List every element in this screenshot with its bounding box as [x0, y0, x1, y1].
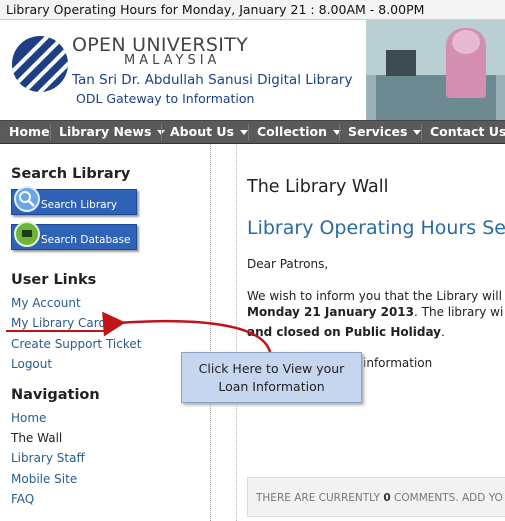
sidebar-nav-library-staff[interactable]: Library Staff — [11, 451, 85, 465]
main-nav: Home Library News About Us Collection Se… — [0, 120, 505, 144]
library-tagline: ODL Gateway to Information — [76, 91, 255, 106]
post-date: Monday 21 January 2013 — [247, 305, 414, 319]
callout-line-2: Loan Information — [218, 379, 325, 394]
sidebar-nav-mobile-site[interactable]: Mobile Site — [11, 472, 77, 486]
callout-line-1: Click Here to View your — [198, 361, 345, 376]
my-library-card-link[interactable]: My Library Card — [11, 316, 106, 330]
announcement-text: Library Operating Hours for Monday, Janu… — [6, 2, 425, 17]
announcement-bar: Library Operating Hours for Monday, Janu… — [0, 0, 505, 20]
sidebar: Search Library Search Library Search Dat… — [0, 144, 212, 521]
create-support-ticket-link[interactable]: Create Support Ticket — [11, 337, 141, 351]
page-title: The Library Wall — [247, 177, 389, 197]
post-title[interactable]: Library Operating Hours Se — [247, 217, 505, 239]
magnifier-icon — [14, 186, 40, 212]
sidebar-nav-home[interactable]: Home — [11, 411, 46, 425]
chevron-down-icon — [240, 130, 249, 135]
comments-bar[interactable]: THERE ARE CURRENTLY 0 COMMENTS. ADD YO — [247, 477, 505, 517]
comments-count: 0 — [383, 492, 391, 504]
my-account-link[interactable]: My Account — [11, 296, 81, 310]
header-photo — [366, 20, 505, 120]
column-divider — [210, 144, 211, 521]
search-database-label: Search Database — [41, 234, 131, 246]
post-holiday-note: and closed on Public Holiday — [247, 325, 441, 339]
post-line-2-rest: . The library wi — [414, 305, 504, 319]
nav-item-label: Contact Us — [430, 124, 505, 139]
oum-logo[interactable] — [12, 36, 68, 92]
site-header: OPEN UNIVERSITY MALAYSIA Tan Sri Dr. Abd… — [0, 20, 505, 120]
callout-tooltip: Click Here to View your Loan Information — [181, 352, 362, 403]
search-library-heading: Search Library — [11, 166, 131, 182]
sidebar-nav-the-wall: The Wall — [11, 431, 63, 445]
search-library-label: Search Library — [41, 199, 118, 211]
nav-item-label: Collection — [257, 124, 327, 139]
comments-prefix: THERE ARE CURRENTLY — [256, 492, 384, 504]
post-line-3-rest: . — [441, 325, 445, 339]
search-database-button[interactable]: Search Database — [11, 221, 137, 250]
nav-item-label: Home — [9, 124, 50, 139]
content-divider — [236, 144, 237, 521]
nav-item-label: Library News — [59, 124, 152, 139]
sidebar-nav-faq[interactable]: FAQ — [11, 492, 34, 506]
nav-item-label: Services — [348, 124, 408, 139]
post-line-3: and closed on Public Holiday. — [247, 324, 445, 340]
nav-item-contact-us[interactable]: Contact Us — [430, 121, 505, 143]
nav-item-library-news[interactable]: Library News — [59, 121, 166, 143]
brand-country: MALAYSIA — [124, 53, 221, 68]
main-content: The Library Wall Library Operating Hours… — [247, 144, 505, 521]
comments-suffix: COMMENTS. ADD YO — [390, 492, 503, 504]
database-icon — [14, 221, 40, 247]
library-name: Tan Sri Dr. Abdullah Sanusi Digital Libr… — [72, 72, 353, 88]
nav-item-label: About Us — [170, 124, 235, 139]
nav-item-about-us[interactable]: About Us — [170, 121, 249, 143]
post-line-2: Monday 21 January 2013. The library wi — [247, 304, 503, 320]
logout-link[interactable]: Logout — [11, 357, 52, 371]
navigation-heading: Navigation — [11, 387, 100, 403]
post-line-1: We wish to inform you that the Library w… — [247, 289, 505, 303]
nav-item-home[interactable]: Home — [9, 121, 50, 143]
highlight-underline — [6, 330, 106, 332]
post-greeting: Dear Patrons, — [247, 257, 329, 271]
user-links-heading: User Links — [11, 272, 97, 288]
nav-item-services[interactable]: Services — [348, 121, 422, 143]
post-line-4: information — [363, 356, 433, 370]
search-library-button[interactable]: Search Library — [11, 186, 137, 215]
nav-item-collection[interactable]: Collection — [257, 121, 341, 143]
